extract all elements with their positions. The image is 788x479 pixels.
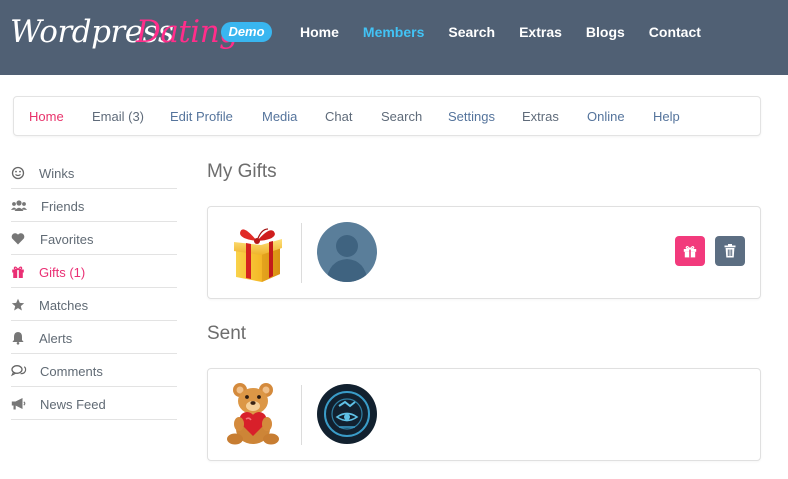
sidebar-item-alerts[interactable]: Alerts [11, 321, 177, 354]
sidebar-item-favorites[interactable]: Favorites [11, 222, 177, 255]
teddy-bear-image [227, 383, 279, 445]
nav-blogs[interactable]: Blogs [586, 24, 625, 40]
subnav-media[interactable]: Media [262, 109, 297, 124]
bell-icon [12, 332, 24, 345]
gift-box-image [234, 228, 282, 282]
card-divider [301, 223, 302, 283]
avatar[interactable] [317, 384, 377, 444]
bullhorn-icon [11, 398, 26, 410]
sidebar-item-label: Winks [39, 166, 75, 181]
sidebar-item-gifts[interactable]: Gifts (1) [11, 255, 177, 288]
sidebar-menu: Winks Friends Favorites Gifts (1) Matche… [11, 156, 177, 420]
subnav-online[interactable]: Online [587, 109, 625, 124]
comments-icon [11, 365, 27, 377]
subnav-chat[interactable]: Chat [325, 109, 352, 124]
sent-title: Sent [207, 323, 247, 344]
avatar[interactable] [317, 222, 377, 282]
subnav-search[interactable]: Search [381, 109, 422, 124]
default-avatar-image [317, 222, 377, 282]
sidebar-item-comments[interactable]: Comments [11, 354, 177, 387]
sidebar-item-label: Alerts [39, 331, 73, 346]
users-icon [11, 200, 27, 211]
my-gifts-title: My Gifts [207, 161, 277, 182]
card-divider [301, 385, 302, 445]
sidebar-item-matches[interactable]: Matches [11, 288, 177, 321]
trash-icon [724, 244, 736, 258]
sidebar-item-label: Gifts (1) [39, 265, 86, 280]
received-gift-card [207, 206, 761, 299]
member-subnav: Home Email (3) Edit Profile Media Chat S… [13, 96, 761, 136]
smile-icon [11, 166, 25, 180]
nav-search[interactable]: Search [448, 24, 495, 40]
subnav-email[interactable]: Email (3) [92, 109, 144, 124]
star-icon [11, 298, 25, 311]
gift-icon [12, 266, 24, 278]
member-logo-avatar [317, 384, 377, 444]
subnav-help[interactable]: Help [653, 109, 680, 124]
gift-icon [683, 245, 697, 257]
sidebar-item-label: Matches [39, 298, 89, 313]
heart-icon [11, 233, 25, 245]
subnav-edit-profile[interactable]: Edit Profile [170, 109, 233, 124]
sidebar-item-friends[interactable]: Friends [11, 189, 177, 222]
nav-contact[interactable]: Contact [649, 24, 701, 40]
subnav-extras[interactable]: Extras [522, 109, 559, 124]
nav-extras[interactable]: Extras [519, 24, 562, 40]
main-nav: Home Members Search Extras Blogs Contact [300, 24, 725, 40]
demo-badge: Demo [221, 22, 272, 42]
site-header: Wordpress Dating Demo Home Members Searc… [0, 0, 788, 75]
sidebar-item-news-feed[interactable]: News Feed [11, 387, 177, 420]
sent-gift-card [207, 368, 761, 461]
sidebar-item-winks[interactable]: Winks [11, 156, 177, 189]
subnav-settings[interactable]: Settings [448, 109, 495, 124]
nav-home[interactable]: Home [300, 24, 339, 40]
send-gift-button[interactable] [675, 236, 705, 266]
sidebar-item-label: Favorites [40, 232, 94, 247]
delete-gift-button[interactable] [715, 236, 745, 266]
sidebar-item-label: Friends [41, 199, 85, 214]
sidebar-item-label: News Feed [40, 397, 106, 412]
nav-members[interactable]: Members [363, 24, 424, 40]
sidebar-item-label: Comments [40, 364, 103, 379]
subnav-home[interactable]: Home [29, 109, 64, 124]
